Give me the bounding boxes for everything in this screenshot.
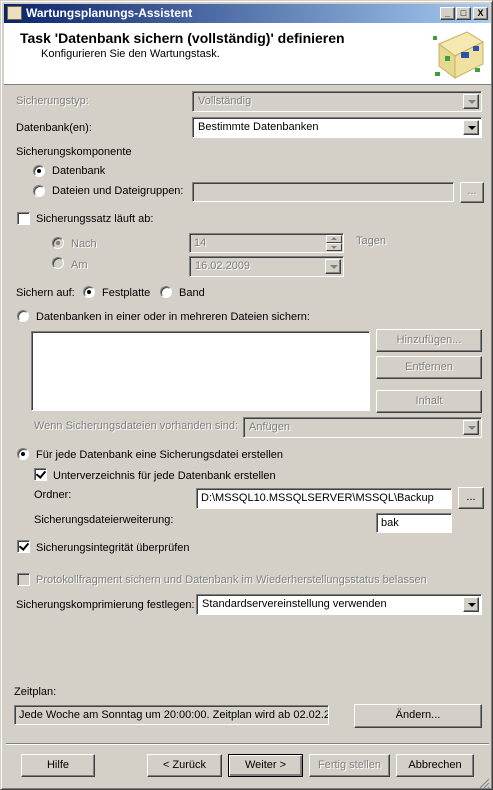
component-label: Sicherungskomponente xyxy=(16,146,132,158)
databases-select[interactable]: Bestimmte Datenbanken xyxy=(192,117,482,138)
subdir-checkbox[interactable] xyxy=(34,468,47,481)
resize-grip-icon[interactable] xyxy=(478,777,490,789)
compression-label: Sicherungskomprimierung festlegen: xyxy=(16,599,195,611)
contents-button[interactable]: Inhalt xyxy=(376,390,482,413)
backup-type-value: Vollständig xyxy=(198,95,252,107)
chevron-down-icon xyxy=(463,420,479,435)
component-files-radio[interactable] xyxy=(33,185,45,197)
chevron-down-icon xyxy=(463,94,479,109)
tape-radio[interactable] xyxy=(160,286,172,298)
disk-label[interactable]: Festplatte xyxy=(102,287,150,299)
backup-type-select[interactable]: Vollständig xyxy=(192,91,482,112)
backup-type-label: Sicherungstyp: xyxy=(16,95,89,107)
files-field[interactable] xyxy=(192,182,454,202)
chevron-down-icon[interactable] xyxy=(463,597,479,612)
backup-files-list[interactable] xyxy=(31,331,370,411)
add-button[interactable]: Hinzufügen... xyxy=(376,329,482,352)
databases-value: Bestimmte Datenbanken xyxy=(198,121,319,133)
component-database-label[interactable]: Datenbank xyxy=(52,165,105,177)
verify-label[interactable]: Sicherungsintegrität überprüfen xyxy=(36,542,189,554)
folder-label: Ordner: xyxy=(34,489,72,501)
if-exists-label: Wenn Sicherungsdateien vorhanden sind: xyxy=(34,420,239,432)
extension-field[interactable]: bak xyxy=(376,513,452,533)
verify-checkbox[interactable] xyxy=(17,540,30,553)
per-db-radio[interactable] xyxy=(17,448,29,460)
after-radio[interactable] xyxy=(52,237,64,249)
schedule-value: Jede Woche am Sonntag um 20:00:00. Zeitp… xyxy=(19,709,329,721)
folder-field[interactable]: D:\MSSQL10.MSSQLSERVER\MSSQL\Backup xyxy=(196,488,452,509)
tape-label[interactable]: Band xyxy=(179,287,205,299)
after-days-field[interactable]: 14 xyxy=(189,233,344,253)
page-subtitle: Konfigurieren Sie den Wartungstask. xyxy=(41,48,220,60)
component-database-radio[interactable] xyxy=(33,165,45,177)
schedule-field: Jede Woche am Sonntag um 20:00:00. Zeitp… xyxy=(14,705,329,725)
page-title: Task 'Datenbank sichern (vollständig)' d… xyxy=(20,30,345,46)
remove-button[interactable]: Entfernen xyxy=(376,356,482,379)
on-date-value: 16.02.2009 xyxy=(195,260,251,272)
subdir-label[interactable]: Unterverzeichnis für jede Datenbank erst… xyxy=(53,470,276,482)
wizard-window: Wartungsplanungs-Assistent _ □ X Task 'D… xyxy=(0,0,493,790)
chevron-down-icon xyxy=(325,259,341,274)
on-date-radio[interactable] xyxy=(52,257,64,269)
tail-log-label[interactable]: Protokollfragment sichern und Datenbank … xyxy=(36,574,427,586)
folder-value: D:\MSSQL10.MSSQLSERVER\MSSQL\Backup xyxy=(201,492,434,504)
per-db-label[interactable]: Für jede Datenbank eine Sicherungsdatei … xyxy=(36,449,283,461)
after-label[interactable]: Nach xyxy=(71,238,97,250)
after-days-value: 14 xyxy=(194,237,207,249)
footer-separator xyxy=(6,743,489,745)
compression-value: Standardservereinstellung verwenden xyxy=(202,598,387,610)
folder-browse-button[interactable]: ... xyxy=(458,487,484,509)
backup-to-label: Sichern auf: xyxy=(16,287,75,299)
multi-files-radio[interactable] xyxy=(17,310,29,322)
next-button[interactable]: Weiter > xyxy=(228,754,303,777)
compression-select[interactable]: Standardservereinstellung verwenden xyxy=(196,594,482,615)
wizard-header: Task 'Datenbank sichern (vollständig)' d… xyxy=(4,23,491,85)
chevron-down-icon[interactable] xyxy=(463,120,479,135)
minimize-button[interactable]: _ xyxy=(440,7,455,20)
spin-down-icon[interactable] xyxy=(326,243,342,251)
wizard-graphic-icon xyxy=(431,26,487,82)
schedule-label: Zeitplan: xyxy=(14,686,57,698)
spin-up-icon[interactable] xyxy=(326,235,342,243)
maximize-button[interactable]: □ xyxy=(456,7,471,20)
close-button[interactable]: X xyxy=(473,7,488,20)
multi-files-label[interactable]: Datenbanken in einer oder in mehreren Da… xyxy=(36,311,310,323)
change-schedule-button[interactable]: Ändern... xyxy=(354,704,482,728)
window-title: Wartungsplanungs-Assistent xyxy=(26,6,193,20)
files-browse-button[interactable]: ... xyxy=(460,182,484,203)
back-button[interactable]: < Zurück xyxy=(147,754,222,777)
tail-log-checkbox[interactable] xyxy=(17,573,30,586)
expires-label[interactable]: Sicherungssatz läuft ab: xyxy=(36,213,153,225)
cancel-button[interactable]: Abbrechen xyxy=(396,754,474,777)
extension-label: Sicherungsdateierweiterung: xyxy=(34,514,174,526)
days-label: Tagen xyxy=(356,235,386,247)
finish-button[interactable]: Fertig stellen xyxy=(309,754,390,777)
title-bar[interactable]: Wartungsplanungs-Assistent _ □ X xyxy=(4,4,489,23)
component-files-label[interactable]: Dateien und Dateigruppen: xyxy=(52,185,183,197)
if-exists-select[interactable]: Anfügen xyxy=(243,417,482,438)
expires-checkbox[interactable] xyxy=(17,212,30,225)
if-exists-value: Anfügen xyxy=(249,421,290,433)
disk-radio[interactable] xyxy=(83,286,95,298)
app-icon xyxy=(7,6,22,20)
help-button[interactable]: Hilfe xyxy=(21,754,95,777)
extension-value: bak xyxy=(381,517,399,529)
databases-label: Datenbank(en): xyxy=(16,122,92,134)
on-date-picker[interactable]: 16.02.2009 xyxy=(189,256,344,277)
on-date-label[interactable]: Am xyxy=(71,259,88,271)
